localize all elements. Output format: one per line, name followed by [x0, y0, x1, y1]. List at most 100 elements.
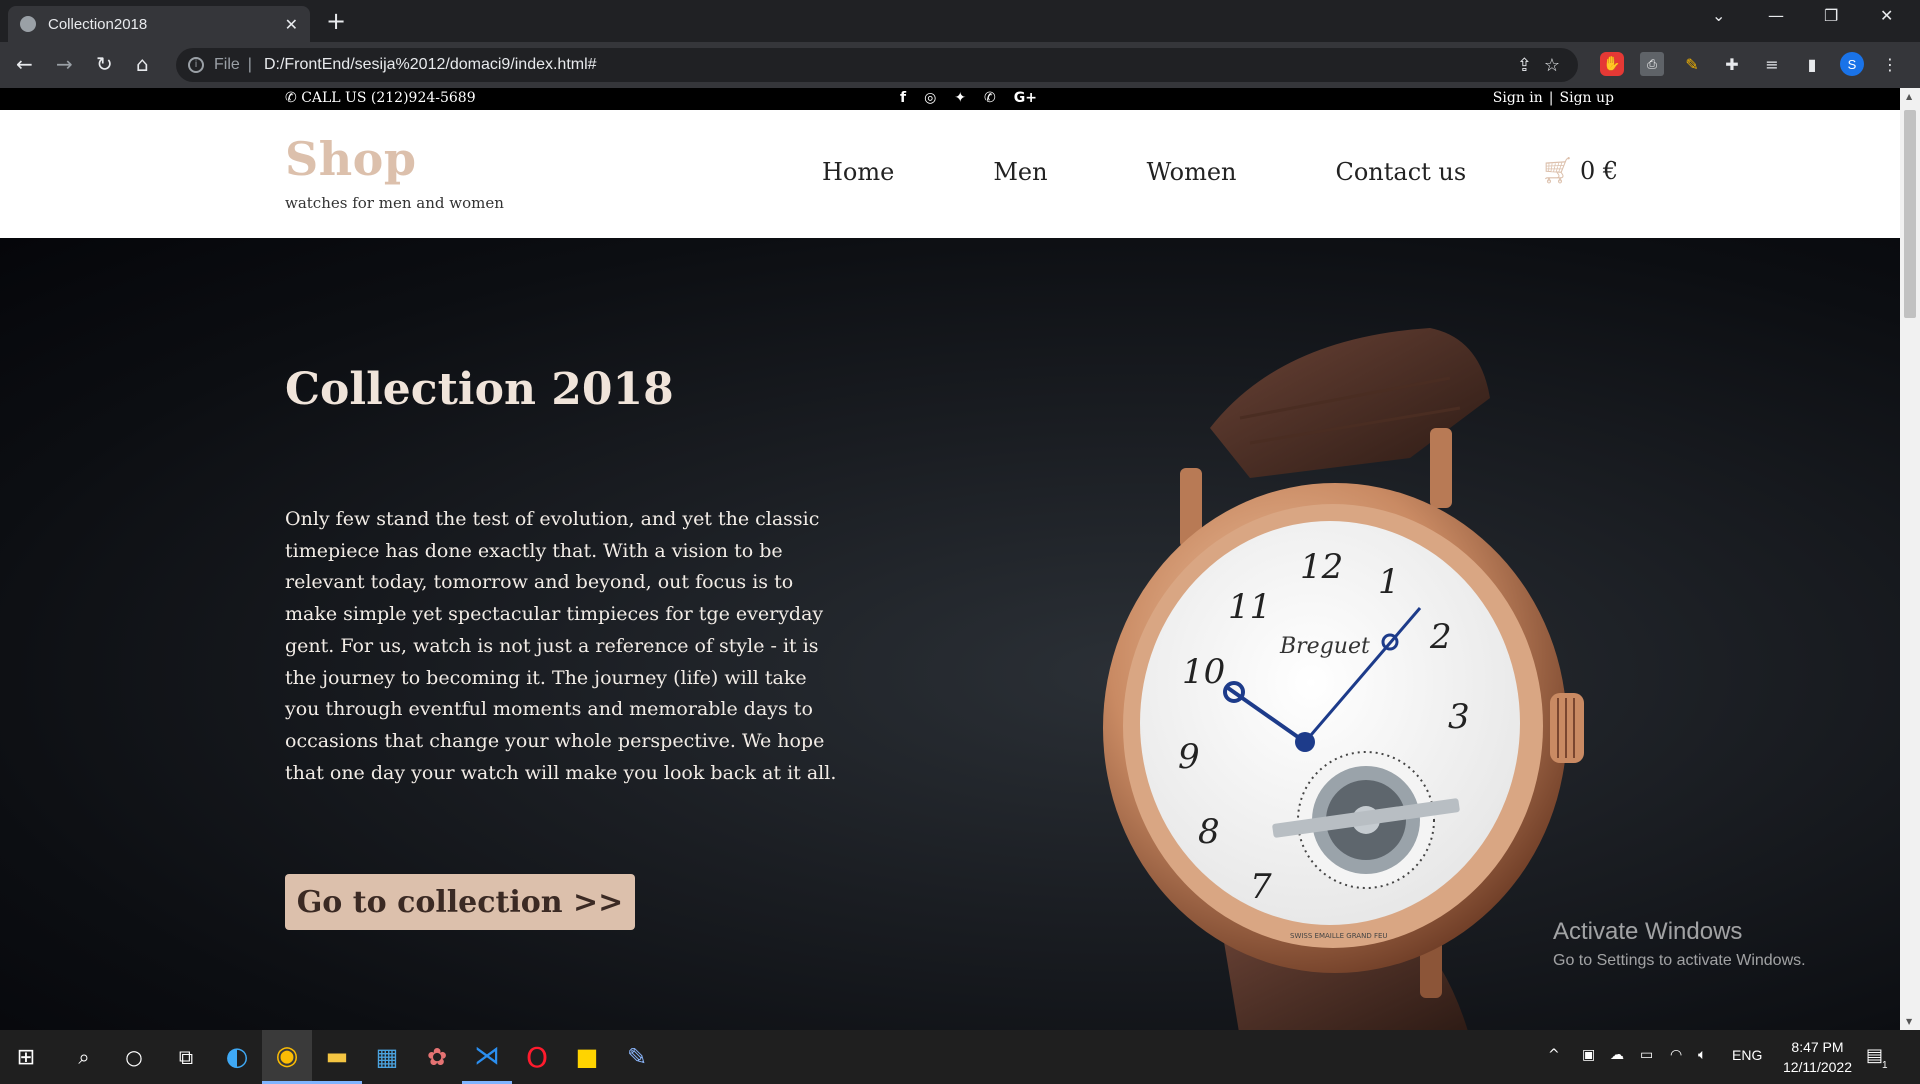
watermark-subtitle: Go to Settings to activate Windows.	[1553, 952, 1806, 969]
media-queue-icon[interactable]: ≡	[1760, 52, 1784, 76]
nav-contact-us[interactable]: Contact us	[1335, 158, 1466, 186]
cart-total: 0 €	[1580, 157, 1619, 185]
new-tab-button[interactable]: +	[326, 8, 346, 34]
cart-button[interactable]: 🛒︎ 0 €	[1541, 156, 1618, 186]
globe-icon	[20, 16, 36, 32]
edge-icon[interactable]: ◐	[212, 1030, 262, 1084]
site-header: Shop watches for men and women Home Men …	[0, 110, 1900, 238]
menu-dots-icon[interactable]: ⋮	[1878, 52, 1902, 76]
hero-title: Collection 2018	[285, 364, 674, 415]
address-bar[interactable]: i File | D:/FrontEnd/sesija%2012/domaci9…	[176, 48, 1578, 82]
share-icon[interactable]: ⇪	[1517, 55, 1532, 76]
close-tab-icon[interactable]: ✕	[285, 15, 298, 34]
task-view-icon[interactable]: ⧉	[160, 1030, 212, 1084]
clock-date: 12/11/2022	[1782, 1059, 1852, 1075]
numeral-12: 12	[1300, 547, 1343, 587]
page-viewport: ✆ CALL US (212)924-5689 f ◎ ✦ ✆ G+ Sign …	[0, 88, 1900, 1030]
home-icon[interactable]: ⌂	[136, 52, 149, 76]
nav-home[interactable]: Home	[822, 158, 894, 186]
search-icon[interactable]: ⌕	[58, 1030, 110, 1084]
tray-overflow-icon[interactable]: ^	[1548, 1047, 1560, 1063]
numeral-7: 7	[1250, 867, 1272, 907]
opera-icon[interactable]: O	[512, 1030, 562, 1084]
numeral-9: 9	[1178, 737, 1200, 777]
sticky-notes-icon[interactable]: ■	[562, 1030, 612, 1084]
extension-pdf-icon[interactable]: ⎙	[1640, 52, 1664, 76]
facebook-icon[interactable]: f	[900, 90, 906, 106]
nav-women[interactable]: Women	[1147, 158, 1237, 186]
vscode-icon[interactable]: ⋊	[462, 1030, 512, 1084]
activate-windows-watermark: Activate Windows Go to Settings to activ…	[1553, 918, 1806, 970]
bookmark-star-icon[interactable]: ☆	[1544, 55, 1560, 76]
shopping-cart-icon: 🛒︎	[1541, 156, 1575, 186]
file-explorer-icon[interactable]: ▬	[312, 1030, 362, 1084]
hero-description: Only few stand the test of evolution, an…	[285, 508, 837, 784]
browser-toolbar: ← → ↻ ⌂ i File | D:/FrontEnd/sesija%2012…	[0, 42, 1920, 88]
sign-in-link[interactable]: Sign in	[1493, 90, 1543, 106]
cortana-icon[interactable]: ○	[108, 1030, 160, 1084]
url-scheme: File	[214, 56, 240, 73]
info-icon[interactable]: i	[188, 57, 204, 73]
extensions-puzzle-icon[interactable]: ✚	[1720, 52, 1744, 76]
twitter-icon[interactable]: ✦	[954, 90, 966, 106]
page-scrollbar[interactable]: ▲ ▼	[1900, 88, 1920, 1030]
start-button[interactable]: ⊞	[0, 1030, 52, 1084]
side-panel-icon[interactable]: ▮	[1800, 52, 1824, 76]
notification-center-icon[interactable]: ▤	[1866, 1045, 1883, 1066]
volume-icon[interactable]: 🔈︎	[1698, 1047, 1706, 1063]
back-icon[interactable]: ←	[16, 52, 33, 76]
watch-crown	[1550, 693, 1584, 763]
go-to-collection-button[interactable]: Go to collection >>	[285, 874, 635, 930]
numeral-2: 2	[1429, 617, 1452, 657]
reload-icon[interactable]: ↻	[96, 52, 113, 76]
tab-title: Collection2018	[48, 15, 148, 33]
calculator-icon[interactable]: ▦	[362, 1030, 412, 1084]
site-top-bar: ✆ CALL US (212)924-5689 f ◎ ✦ ✆ G+ Sign …	[0, 88, 1900, 110]
auth-links: Sign in | Sign up	[1493, 90, 1614, 106]
battery-icon[interactable]: ▭	[1640, 1047, 1653, 1063]
forward-icon[interactable]: →	[56, 52, 73, 76]
language-indicator[interactable]: ENG	[1732, 1047, 1762, 1063]
whatsapp-icon[interactable]: ✆	[984, 90, 996, 106]
google-plus-icon[interactable]: G+	[1014, 90, 1037, 106]
scrollbar-thumb[interactable]	[1904, 110, 1916, 318]
window-close-icon[interactable]: ✕	[1880, 6, 1893, 25]
sign-up-link[interactable]: Sign up	[1560, 90, 1614, 106]
paint-icon[interactable]: ✿	[412, 1030, 462, 1084]
url-separator: |	[247, 56, 252, 73]
hero-section: Collection 2018 Only few stand the test …	[0, 238, 1900, 1030]
onedrive-icon[interactable]: ☁	[1610, 1047, 1624, 1063]
phone-number: CALL US (212)924-5689	[301, 90, 476, 106]
social-links: f ◎ ✦ ✆ G+	[900, 90, 1037, 106]
call-us: ✆ CALL US (212)924-5689	[285, 90, 476, 106]
extension-color-picker-icon[interactable]: ✎	[1680, 52, 1704, 76]
paint-3d-icon[interactable]: ✎	[612, 1030, 662, 1084]
wifi-icon[interactable]: ◠	[1670, 1047, 1682, 1063]
minimize-icon[interactable]: —	[1768, 6, 1784, 25]
site-tagline: watches for men and women	[285, 194, 504, 212]
profile-avatar[interactable]: S	[1840, 52, 1864, 76]
scroll-down-icon[interactable]: ▼	[1906, 1017, 1912, 1026]
numeral-11: 11	[1228, 587, 1271, 627]
tab-search-icon[interactable]: ⌄	[1712, 6, 1725, 25]
auth-divider: |	[1548, 90, 1554, 106]
device-icon[interactable]: ▣	[1582, 1047, 1595, 1063]
scroll-up-icon[interactable]: ▲	[1906, 92, 1912, 101]
numeral-1: 1	[1378, 562, 1400, 602]
url-text[interactable]: D:/FrontEnd/sesija%2012/domaci9/index.ht…	[264, 56, 597, 74]
tab-strip: Collection2018 ✕ + ⌄ — ❐ ✕	[0, 0, 1920, 42]
chrome-icon[interactable]: ◉	[262, 1030, 312, 1084]
numeral-10: 10	[1182, 652, 1225, 692]
numeral-3: 3	[1448, 697, 1470, 737]
phone-icon: ✆	[285, 90, 297, 106]
extension-red-icon[interactable]: ✋	[1600, 52, 1624, 76]
watch-dial-inscription: SWISS EMAILLE GRAND FEU	[1290, 932, 1388, 940]
main-nav: Home Men Women Contact us	[822, 158, 1466, 186]
instagram-icon[interactable]: ◎	[924, 90, 936, 106]
watermark-title: Activate Windows	[1553, 918, 1743, 945]
site-logo[interactable]: Shop	[285, 132, 417, 186]
restore-icon[interactable]: ❐	[1824, 6, 1838, 25]
system-clock[interactable]: 8:47 PM 12/11/2022	[1783, 1037, 1852, 1077]
nav-men[interactable]: Men	[993, 158, 1047, 186]
browser-tab[interactable]: Collection2018 ✕	[8, 6, 310, 42]
